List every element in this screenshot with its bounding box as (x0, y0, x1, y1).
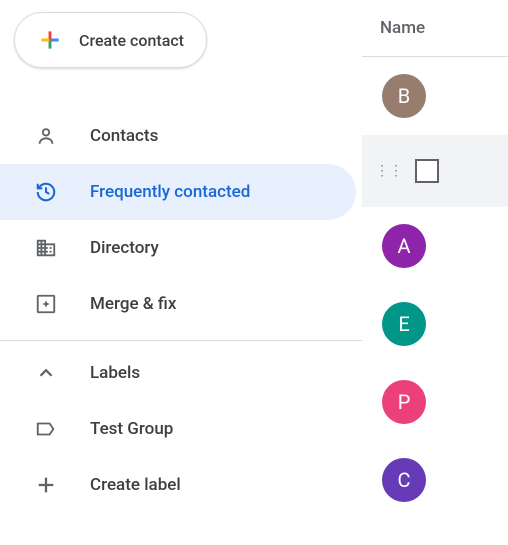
contacts-panel: Name B ⋮⋮ AEPC (362, 0, 508, 545)
sidebar: Create contact Contacts Frequently conta… (0, 0, 362, 545)
labels-heading[interactable]: Labels (0, 345, 356, 401)
contact-checkbox[interactable] (415, 159, 439, 183)
avatar: C (382, 458, 426, 502)
chevron-up-icon (34, 361, 58, 385)
avatar: A (382, 224, 426, 268)
contact-row[interactable]: B (362, 57, 508, 135)
divider (0, 340, 362, 341)
nav-label: Merge & fix (90, 294, 176, 314)
history-icon (34, 180, 58, 204)
contact-row[interactable]: C (362, 441, 508, 519)
drag-handle-icon[interactable]: ⋮⋮ (375, 164, 403, 178)
create-contact-button[interactable]: Create contact (14, 12, 207, 68)
nav-label: Directory (90, 238, 159, 258)
label-name: Test Group (90, 419, 173, 439)
column-header-name: Name (362, 18, 508, 57)
create-contact-label: Create contact (79, 31, 184, 50)
avatar: E (382, 302, 426, 346)
domain-icon (34, 236, 58, 260)
contact-row[interactable]: E (362, 285, 508, 363)
label-icon (34, 417, 58, 441)
nav-directory[interactable]: Directory (0, 220, 356, 276)
nav-label: Contacts (90, 126, 158, 146)
create-label[interactable]: Create label (0, 457, 356, 513)
google-plus-icon (37, 27, 63, 53)
nav-section: Contacts Frequently contacted Directory (0, 68, 362, 513)
merge-sparkle-icon (34, 292, 58, 316)
nav-merge-fix[interactable]: Merge & fix (0, 276, 356, 332)
avatar: B (382, 74, 426, 118)
person-icon (34, 124, 58, 148)
labels-heading-label: Labels (90, 363, 140, 383)
contact-row[interactable]: P (362, 363, 508, 441)
contact-row[interactable]: A (362, 207, 508, 285)
nav-label: Frequently contacted (90, 182, 250, 202)
label-test-group[interactable]: Test Group (0, 401, 356, 457)
avatar: P (382, 380, 426, 424)
contacts-list: B ⋮⋮ AEPC (362, 57, 508, 519)
nav-frequently-contacted[interactable]: Frequently contacted (0, 164, 356, 220)
create-label-text: Create label (90, 475, 181, 495)
nav-contacts[interactable]: Contacts (0, 108, 356, 164)
contact-row[interactable]: ⋮⋮ (362, 135, 508, 207)
plus-icon (34, 473, 58, 497)
